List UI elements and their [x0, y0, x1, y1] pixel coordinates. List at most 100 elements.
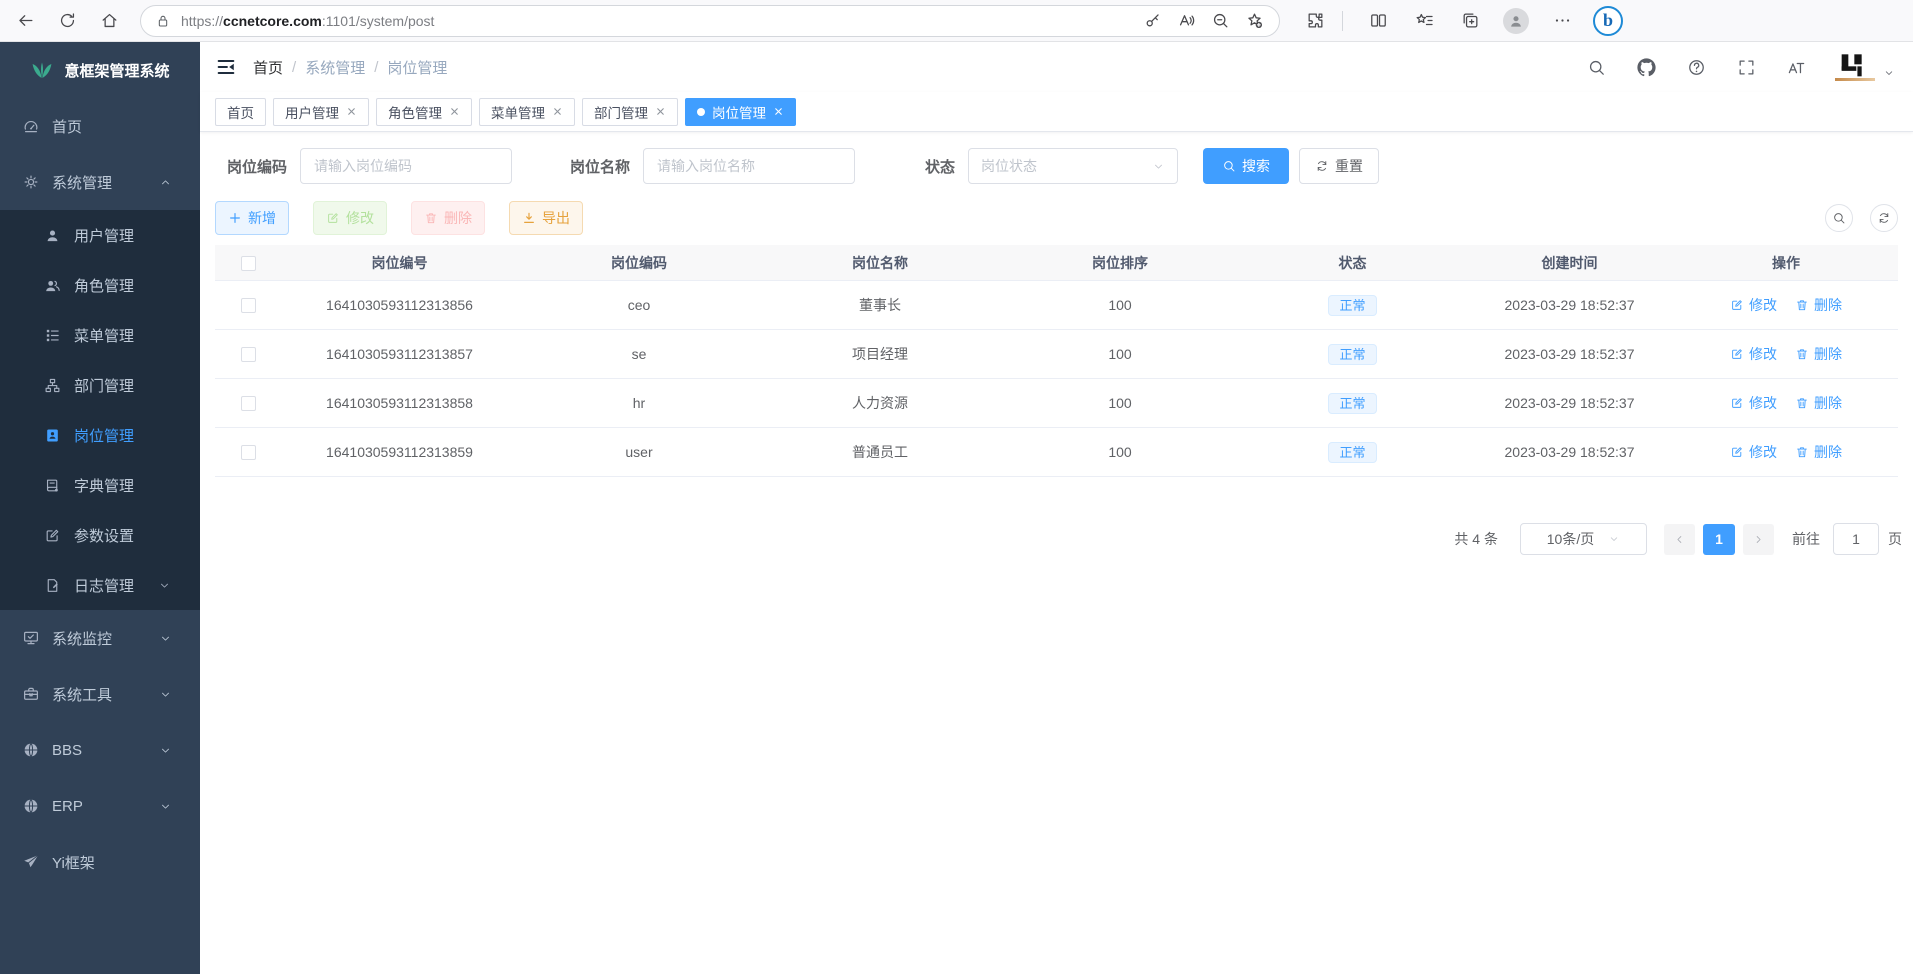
- delete-link[interactable]: 删除: [1795, 393, 1842, 413]
- sidebar-item-monitoring[interactable]: 系统监控: [0, 610, 200, 666]
- post-code-cell: ceo: [518, 297, 760, 313]
- edit-link[interactable]: 修改: [1730, 295, 1777, 315]
- tab-home[interactable]: 首页: [215, 98, 266, 126]
- select-all-checkbox[interactable]: [241, 256, 256, 271]
- sidebar-item-label: 部门管理: [74, 375, 134, 396]
- close-icon[interactable]: [346, 106, 357, 117]
- current-page-button[interactable]: 1: [1703, 524, 1735, 555]
- font-size-icon[interactable]: [1779, 50, 1813, 84]
- delete-button-disabled[interactable]: 删除: [411, 201, 485, 235]
- created-time-cell: 2023-03-29 18:52:37: [1465, 444, 1674, 460]
- app-logo[interactable]: 意框架管理系统: [0, 42, 200, 98]
- favorites-list-icon[interactable]: [1407, 4, 1441, 38]
- sidebar-item-posts[interactable]: 岗位管理: [0, 410, 200, 460]
- extensions-puzzle-icon[interactable]: [1298, 4, 1332, 38]
- post-sort-cell: 100: [1000, 346, 1240, 362]
- show-search-toggle-button[interactable]: [1825, 204, 1853, 232]
- sidebar-item-erp[interactable]: ERP: [0, 778, 200, 834]
- chevron-down-icon: [159, 744, 172, 757]
- sidebar-item-parameters[interactable]: 参数设置: [0, 510, 200, 560]
- edit-link[interactable]: 修改: [1730, 442, 1777, 462]
- close-icon[interactable]: [655, 106, 666, 117]
- tab-menus[interactable]: 菜单管理: [479, 98, 575, 126]
- header-search-icon[interactable]: [1579, 50, 1613, 84]
- split-screen-icon[interactable]: [1361, 4, 1395, 38]
- browser-profile-avatar[interactable]: [1499, 4, 1533, 38]
- next-page-button[interactable]: [1743, 524, 1774, 555]
- bing-chat-icon[interactable]: b: [1591, 4, 1625, 38]
- tab-posts-active[interactable]: 岗位管理: [685, 98, 796, 126]
- add-favorite-star-icon[interactable]: [1239, 4, 1269, 38]
- previous-page-button[interactable]: [1664, 524, 1695, 555]
- sidebar-item-roles[interactable]: 角色管理: [0, 260, 200, 310]
- delete-link[interactable]: 删除: [1795, 442, 1842, 462]
- sidebar-item-system[interactable]: 系统管理: [0, 154, 200, 210]
- address-bar[interactable]: https://ccnetcore.com:1101/system/post: [140, 5, 1280, 37]
- navbar-actions: [1579, 50, 1895, 84]
- edit-link[interactable]: 修改: [1730, 344, 1777, 364]
- delete-link[interactable]: 删除: [1795, 295, 1842, 315]
- status-select[interactable]: 岗位状态: [968, 148, 1178, 184]
- add-button[interactable]: 新增: [215, 201, 289, 235]
- column-header-post-name: 岗位名称: [760, 253, 1000, 273]
- column-header-created-time: 创建时间: [1465, 253, 1674, 273]
- browser-chrome: https://ccnetcore.com:1101/system/post b: [0, 0, 1913, 42]
- page-size-select[interactable]: 10条/页: [1520, 523, 1647, 555]
- browser-home-button[interactable]: [92, 4, 126, 38]
- reset-button[interactable]: 重置: [1299, 148, 1379, 184]
- tab-roles[interactable]: 角色管理: [376, 98, 472, 126]
- sidebar-item-dictionary[interactable]: 字典管理: [0, 460, 200, 510]
- badge-icon: [44, 427, 61, 444]
- refresh-table-button[interactable]: [1870, 204, 1898, 232]
- user-avatar-menu[interactable]: [1835, 53, 1895, 81]
- close-icon[interactable]: [552, 106, 563, 117]
- sidebar-item-tools[interactable]: 系统工具: [0, 666, 200, 722]
- password-key-icon[interactable]: [1137, 4, 1167, 38]
- sidebar-item-users[interactable]: 用户管理: [0, 210, 200, 260]
- close-icon[interactable]: [773, 106, 784, 117]
- browser-back-button[interactable]: [8, 4, 42, 38]
- globe-icon: [22, 797, 40, 815]
- sidebar-item-yi-framework[interactable]: Yi框架: [0, 834, 200, 890]
- search-button[interactable]: 搜索: [1203, 148, 1289, 184]
- sidebar-item-menus[interactable]: 菜单管理: [0, 310, 200, 360]
- zoom-out-icon[interactable]: [1205, 4, 1235, 38]
- read-aloud-icon[interactable]: [1171, 4, 1201, 38]
- sidebar-item-logs[interactable]: 日志管理: [0, 560, 200, 610]
- sidebar-item-departments[interactable]: 部门管理: [0, 360, 200, 410]
- chevron-down-icon: [159, 800, 172, 813]
- row-checkbox[interactable]: [241, 347, 256, 362]
- row-checkbox[interactable]: [241, 445, 256, 460]
- plus-icon: [228, 211, 242, 225]
- sidebar-item-home[interactable]: 首页: [0, 98, 200, 154]
- goto-page-input[interactable]: [1833, 523, 1879, 555]
- page-size-value: 10条/页: [1547, 529, 1594, 549]
- active-tab-dot: [697, 108, 705, 116]
- sidebar-collapse-icon[interactable]: [215, 56, 237, 78]
- row-checkbox[interactable]: [241, 298, 256, 313]
- tab-users[interactable]: 用户管理: [273, 98, 369, 126]
- breadcrumb-system[interactable]: 系统管理: [305, 57, 365, 78]
- row-checkbox[interactable]: [241, 396, 256, 411]
- collections-icon[interactable]: [1453, 4, 1487, 38]
- tab-label: 角色管理: [388, 102, 442, 122]
- edit-link[interactable]: 修改: [1730, 393, 1777, 413]
- breadcrumb-separator: /: [292, 59, 296, 76]
- breadcrumb-home[interactable]: 首页: [253, 57, 283, 78]
- close-icon[interactable]: [449, 106, 460, 117]
- browser-refresh-button[interactable]: [50, 4, 84, 38]
- tab-departments[interactable]: 部门管理: [582, 98, 678, 126]
- sidebar-item-bbs[interactable]: BBS: [0, 722, 200, 778]
- help-question-icon[interactable]: [1679, 50, 1713, 84]
- export-button[interactable]: 导出: [509, 201, 583, 235]
- site-security-lock-icon[interactable]: [155, 13, 171, 29]
- post-name-input[interactable]: [643, 148, 855, 184]
- post-id-cell: 1641030593112313857: [281, 346, 518, 362]
- fullscreen-icon[interactable]: [1729, 50, 1763, 84]
- delete-link[interactable]: 删除: [1795, 344, 1842, 364]
- post-code-input[interactable]: [300, 148, 512, 184]
- edit-button-disabled[interactable]: 修改: [313, 201, 387, 235]
- browser-settings-dots-icon[interactable]: [1545, 4, 1579, 38]
- trash-icon: [1795, 298, 1809, 312]
- github-icon[interactable]: [1629, 50, 1663, 84]
